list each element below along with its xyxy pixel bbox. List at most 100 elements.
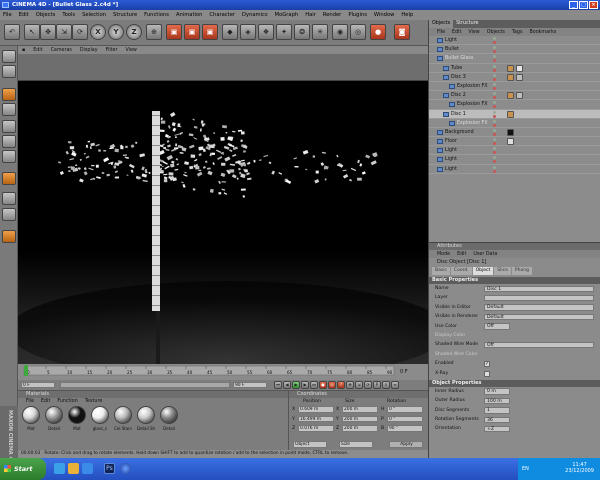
use-model-tool-icon[interactable]: [2, 50, 16, 63]
object-row[interactable]: Light: [429, 155, 600, 165]
object-row[interactable]: Background: [429, 128, 600, 138]
visibility-dots-icon[interactable]: [489, 156, 499, 164]
main-menu-item[interactable]: Render: [323, 12, 341, 18]
object-row[interactable]: Tube: [429, 64, 600, 73]
visibility-dots-icon[interactable]: [489, 147, 499, 155]
ie-icon[interactable]: [54, 463, 65, 474]
main-menu-item[interactable]: Selection: [82, 12, 106, 18]
goto-end-icon[interactable]: ⏭: [310, 381, 318, 389]
use-polygon-tool-icon[interactable]: [2, 150, 16, 163]
pla-key-icon[interactable]: ⠿: [382, 381, 390, 389]
visibility-dots-icon[interactable]: [489, 92, 499, 100]
material-swatch[interactable]: [137, 406, 155, 424]
visibility-dots-icon[interactable]: [489, 64, 499, 72]
object-row[interactable]: Disc 1: [429, 109, 600, 119]
property-checkbox[interactable]: ✓: [484, 361, 490, 368]
object-row[interactable]: Light: [429, 146, 600, 156]
size-mode-dropdown[interactable]: Size: [339, 441, 373, 448]
z-axis-lock-icon[interactable]: Z: [126, 24, 142, 40]
python-icon[interactable]: ●: [370, 24, 386, 40]
undo-icon[interactable]: ↶: [4, 24, 20, 40]
property-value-field[interactable]: [484, 294, 594, 302]
visibility-dots-icon[interactable]: [489, 82, 499, 90]
size-field[interactable]: 200 m: [342, 425, 378, 432]
light-icon[interactable]: ✳: [312, 24, 328, 40]
playhead[interactable]: [24, 365, 28, 376]
property-value-field[interactable]: 1: [484, 407, 510, 414]
object-manager-menu-item[interactable]: Edit: [452, 30, 461, 35]
object-tag-icon[interactable]: [507, 73, 514, 81]
main-menu-item[interactable]: Structure: [113, 12, 137, 18]
object-row[interactable]: Explosion FX: [429, 82, 600, 92]
use-texture-axis-icon[interactable]: [2, 103, 16, 116]
viewport-menu-item[interactable]: View: [125, 48, 136, 53]
object-tag-icon[interactable]: [516, 64, 523, 72]
3d-viewport[interactable]: [18, 80, 428, 364]
deformer-icon[interactable]: ✦: [276, 24, 292, 40]
main-menu-item[interactable]: MoGraph: [275, 12, 299, 18]
object-row[interactable]: Explosion FX: [429, 100, 600, 110]
viewport-menu-item[interactable]: Display: [80, 48, 98, 53]
object-tag-icon[interactable]: [516, 92, 523, 100]
object-manager-menu-item[interactable]: File: [437, 30, 445, 35]
record-icon[interactable]: ●: [319, 381, 327, 389]
rotate-tool-icon[interactable]: ⟳: [72, 24, 88, 40]
material-swatch[interactable]: [45, 406, 63, 424]
main-menu-item[interactable]: Edit: [19, 12, 29, 18]
material-menu-item[interactable]: File: [26, 399, 34, 404]
material-menu-item[interactable]: Texture: [85, 399, 103, 404]
parameter-key-icon[interactable]: P: [373, 381, 381, 389]
material-swatch[interactable]: [91, 406, 109, 424]
minimize-button[interactable]: _: [569, 1, 578, 9]
mograph-icon[interactable]: ◎: [350, 24, 366, 40]
prev-frame-icon[interactable]: ◀: [283, 381, 291, 389]
y-axis-lock-icon[interactable]: Y: [108, 24, 124, 40]
camera-icon[interactable]: ◉: [332, 24, 348, 40]
object-row[interactable]: Bullet: [429, 45, 600, 55]
workplane-icon[interactable]: [2, 192, 16, 205]
scale-tool-icon[interactable]: ⇲: [56, 24, 72, 40]
main-menu-item[interactable]: Functions: [144, 12, 169, 18]
object-manager-menu-item[interactable]: View: [468, 30, 479, 35]
object-tag-icon[interactable]: [507, 110, 514, 118]
attribute-tab[interactable]: Phong: [511, 267, 532, 275]
array-icon[interactable]: ❖: [258, 24, 274, 40]
scene-icon[interactable]: ❂: [294, 24, 310, 40]
rotation-field[interactable]: 0 °: [387, 406, 423, 413]
size-field[interactable]: 200 m: [342, 406, 378, 413]
maximize-button[interactable]: □: [579, 1, 588, 9]
timeline-ruler[interactable]: 0 5 10 15 20 25 30 35 40 45 50 55 60 65 70 75 80 85 90 0 F: [18, 364, 428, 380]
coordinate-system-icon[interactable]: ⊕: [146, 24, 162, 40]
apply-button[interactable]: Apply: [389, 441, 423, 448]
main-menu-item[interactable]: Hair: [305, 12, 316, 18]
render-settings-icon[interactable]: ▣: [202, 24, 218, 40]
coordinate-mode-dropdown[interactable]: Object: [293, 441, 327, 448]
use-object-tool-icon[interactable]: [2, 65, 16, 78]
visibility-dots-icon[interactable]: [489, 55, 499, 63]
start-button[interactable]: Start: [0, 458, 46, 480]
visibility-dots-icon[interactable]: [489, 119, 499, 127]
property-value-field[interactable]: Default: [484, 304, 594, 311]
object-tag-icon[interactable]: [507, 64, 514, 72]
property-value-field[interactable]: Default: [484, 313, 594, 321]
attribute-mode-item[interactable]: Mode: [437, 252, 450, 257]
position-field[interactable]: 0.076 m: [298, 425, 334, 432]
main-menu-item[interactable]: Character: [209, 12, 235, 18]
object-manager-menu-item[interactable]: Bookmarks: [529, 30, 556, 35]
keyframe-selection-icon[interactable]: ?: [337, 381, 345, 389]
attribute-mode-item[interactable]: Edit: [457, 252, 466, 257]
property-value-field[interactable]: 36: [484, 416, 510, 424]
position-key-icon[interactable]: ✥: [346, 381, 354, 389]
layout-icon[interactable]: ◙: [394, 24, 410, 40]
main-menu-item[interactable]: Window: [374, 12, 394, 18]
material-swatch[interactable]: [22, 406, 40, 424]
language-indicator[interactable]: EN: [522, 466, 529, 472]
next-frame-icon[interactable]: ▶: [301, 381, 309, 389]
material-swatch[interactable]: [160, 406, 178, 424]
locked-workplane-icon[interactable]: [2, 208, 16, 221]
main-menu-item[interactable]: Help: [401, 12, 413, 18]
property-value-field[interactable]: 100 m: [484, 397, 510, 405]
nurbs-icon[interactable]: ◈: [240, 24, 256, 40]
visibility-dots-icon[interactable]: [489, 128, 499, 136]
snap-icon[interactable]: [2, 172, 16, 185]
